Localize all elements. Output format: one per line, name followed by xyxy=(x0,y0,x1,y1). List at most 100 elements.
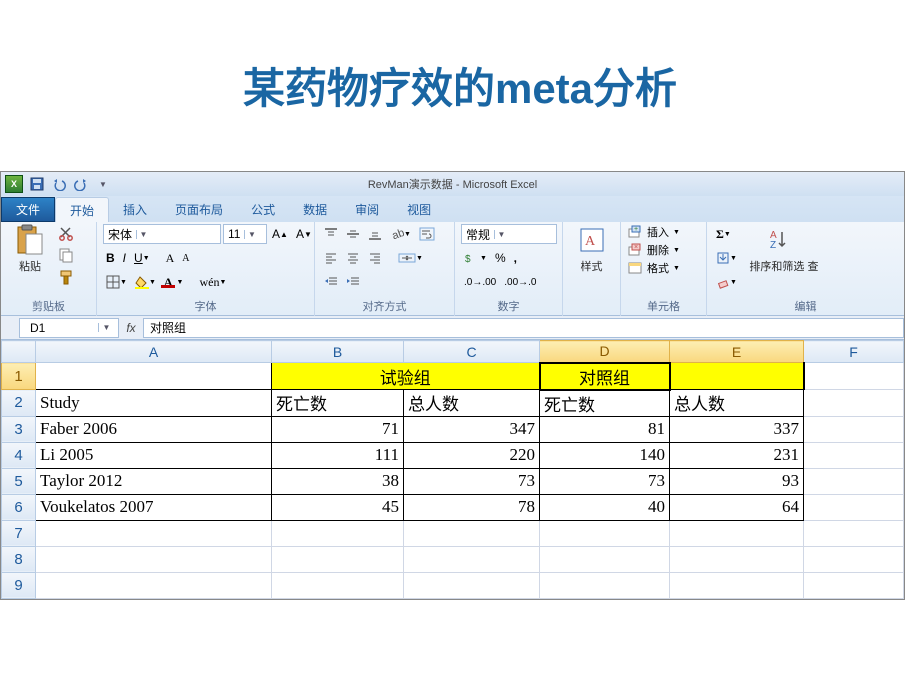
row-header-1[interactable]: 1 xyxy=(2,363,36,390)
cell-A4[interactable]: Li 2005 xyxy=(36,442,272,468)
tab-page-layout[interactable]: 页面布局 xyxy=(161,197,237,222)
cell-E4[interactable]: 231 xyxy=(670,442,804,468)
row-header-9[interactable]: 9 xyxy=(2,572,36,598)
align-middle-icon[interactable] xyxy=(343,224,363,244)
sort-filter-button[interactable]: AZ 排序和筛选 查 xyxy=(744,224,824,274)
comma-format-icon[interactable]: , xyxy=(511,248,520,268)
cell-B3[interactable]: 71 xyxy=(272,416,404,442)
align-top-icon[interactable] xyxy=(321,224,341,244)
align-left-icon[interactable] xyxy=(321,248,341,268)
col-header-B[interactable]: B xyxy=(272,341,404,363)
fill-color-button[interactable]: ▼ xyxy=(132,272,159,292)
cell-C5[interactable]: 73 xyxy=(404,468,540,494)
formula-input[interactable]: 对照组 xyxy=(143,318,904,338)
cell-B1C1[interactable]: 试验组 xyxy=(272,363,540,390)
cell-B9[interactable] xyxy=(272,572,404,598)
cut-icon[interactable] xyxy=(57,224,75,242)
cell-F8[interactable] xyxy=(804,546,904,572)
tab-file[interactable]: 文件 xyxy=(1,197,55,222)
cell-C6[interactable]: 78 xyxy=(404,494,540,520)
phonetic-button[interactable]: wén▼ xyxy=(196,272,229,292)
row-header-2[interactable]: 2 xyxy=(2,390,36,417)
cell-E8[interactable] xyxy=(670,546,804,572)
cell-E5[interactable]: 93 xyxy=(670,468,804,494)
accounting-format-icon[interactable]: $▼ xyxy=(461,248,490,268)
decrease-fontsize2-icon[interactable]: A xyxy=(179,248,192,268)
cell-D5[interactable]: 73 xyxy=(540,468,670,494)
cell-A6[interactable]: Voukelatos 2007 xyxy=(36,494,272,520)
row-header-7[interactable]: 7 xyxy=(2,520,36,546)
borders-button[interactable]: ▼ xyxy=(103,272,130,292)
cell-E1[interactable] xyxy=(670,363,804,390)
cell-F4[interactable] xyxy=(804,442,904,468)
cell-C7[interactable] xyxy=(404,520,540,546)
col-header-F[interactable]: F xyxy=(804,341,904,363)
cell-B8[interactable] xyxy=(272,546,404,572)
cell-D9[interactable] xyxy=(540,572,670,598)
cell-D4[interactable]: 140 xyxy=(540,442,670,468)
row-header-8[interactable]: 8 xyxy=(2,546,36,572)
row-header-6[interactable]: 6 xyxy=(2,494,36,520)
font-name-combo[interactable]: 宋体▼ xyxy=(103,224,221,244)
cell-F2[interactable] xyxy=(804,390,904,417)
percent-format-icon[interactable]: % xyxy=(492,248,509,268)
cell-B2[interactable]: 死亡数 xyxy=(272,390,404,417)
cell-C4[interactable]: 220 xyxy=(404,442,540,468)
cell-F9[interactable] xyxy=(804,572,904,598)
underline-button[interactable]: U▼ xyxy=(131,248,153,268)
insert-cells-button[interactable]: +插入▼ xyxy=(627,224,680,240)
qat-customize-icon[interactable]: ▼ xyxy=(93,174,113,194)
cell-D2[interactable]: 死亡数 xyxy=(540,390,670,417)
clear-icon[interactable]: ▼ xyxy=(713,272,740,292)
increase-decimal-icon[interactable]: .0→.00 xyxy=(461,272,499,292)
select-all-corner[interactable] xyxy=(2,341,36,363)
cell-A2[interactable]: Study xyxy=(36,390,272,417)
row-header-5[interactable]: 5 xyxy=(2,468,36,494)
worksheet-grid[interactable]: A B C D E F 1 试验组 对照组 2 Study xyxy=(1,340,904,599)
cell-E6[interactable]: 64 xyxy=(670,494,804,520)
cell-D7[interactable] xyxy=(540,520,670,546)
decrease-decimal-icon[interactable]: .00→.0 xyxy=(501,272,539,292)
tab-formulas[interactable]: 公式 xyxy=(237,197,289,222)
cell-E7[interactable] xyxy=(670,520,804,546)
tab-insert[interactable]: 插入 xyxy=(109,197,161,222)
cell-E2[interactable]: 总人数 xyxy=(670,390,804,417)
cell-A8[interactable] xyxy=(36,546,272,572)
undo-icon[interactable] xyxy=(49,174,69,194)
cell-B6[interactable]: 45 xyxy=(272,494,404,520)
increase-indent-icon[interactable] xyxy=(343,272,363,292)
name-box[interactable]: D1 ▼ xyxy=(19,318,119,338)
row-header-3[interactable]: 3 xyxy=(2,416,36,442)
cell-B7[interactable] xyxy=(272,520,404,546)
cell-D3[interactable]: 81 xyxy=(540,416,670,442)
redo-icon[interactable] xyxy=(71,174,91,194)
decrease-indent-icon[interactable] xyxy=(321,272,341,292)
cell-A9[interactable] xyxy=(36,572,272,598)
cell-E3[interactable]: 337 xyxy=(670,416,804,442)
cell-F7[interactable] xyxy=(804,520,904,546)
cell-styles-button[interactable]: A 样式 xyxy=(569,224,614,274)
italic-button[interactable]: I xyxy=(120,248,129,268)
format-cells-button[interactable]: 格式▼ xyxy=(627,260,680,276)
cell-C2[interactable]: 总人数 xyxy=(404,390,540,417)
cell-A3[interactable]: Faber 2006 xyxy=(36,416,272,442)
col-header-A[interactable]: A xyxy=(36,341,272,363)
font-color-button[interactable]: A▼ xyxy=(161,272,187,292)
cell-F1[interactable] xyxy=(804,363,904,390)
align-right-icon[interactable] xyxy=(365,248,385,268)
align-bottom-icon[interactable] xyxy=(365,224,385,244)
cell-E9[interactable] xyxy=(670,572,804,598)
cell-A1[interactable] xyxy=(36,363,272,390)
cell-F3[interactable] xyxy=(804,416,904,442)
cell-D8[interactable] xyxy=(540,546,670,572)
bold-button[interactable]: B xyxy=(103,248,118,268)
shrink-font-icon[interactable]: A▼ xyxy=(293,224,315,244)
format-painter-icon[interactable] xyxy=(57,268,75,286)
cell-B5[interactable]: 38 xyxy=(272,468,404,494)
cell-B4[interactable]: 111 xyxy=(272,442,404,468)
cell-A7[interactable] xyxy=(36,520,272,546)
save-icon[interactable] xyxy=(27,174,47,194)
cell-A5[interactable]: Taylor 2012 xyxy=(36,468,272,494)
col-header-D[interactable]: D xyxy=(540,341,670,363)
cell-C8[interactable] xyxy=(404,546,540,572)
